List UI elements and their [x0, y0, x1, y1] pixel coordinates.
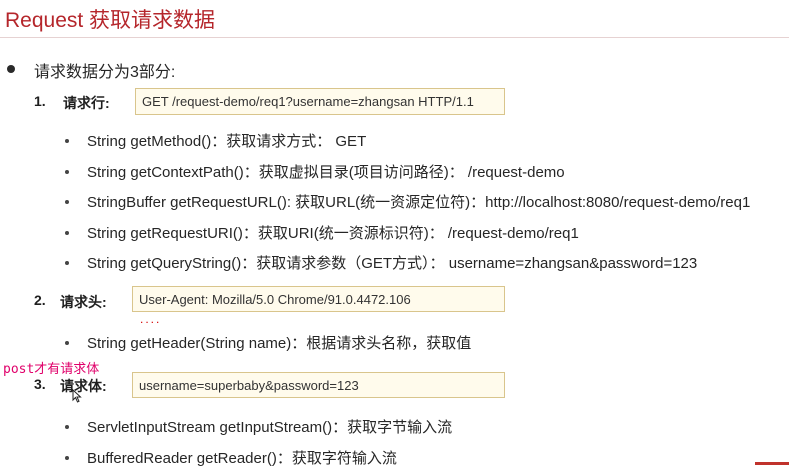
list-item: ServletInputStream getInputStream()：获取字节… — [87, 419, 453, 436]
request-body-example: username=superbaby&password=123 — [139, 377, 359, 393]
slide-title: Request 获取请求数据 — [5, 9, 216, 32]
section-label-request-line: 请求行: — [63, 95, 110, 111]
bullet-dot — [65, 231, 69, 235]
list-item: String getContextPath()：获取虚拟目录(项目访问路径)： … — [87, 164, 565, 181]
section-number-1: 1. — [34, 93, 46, 109]
bullet-dot — [7, 65, 15, 73]
list-item: String getQueryString()：获取请求参数（GET方式）： u… — [87, 255, 698, 272]
request-line-example: GET /request-demo/req1?username=zhangsan… — [142, 94, 474, 109]
list-item: StringBuffer getRequestURL(): 获取URL(统一资源… — [87, 194, 751, 211]
bullet-dot — [65, 261, 69, 265]
request-body-example-box: username=superbaby&password=123 — [132, 372, 505, 398]
title-divider — [0, 37, 789, 38]
request-header-example-box: User-Agent: Mozilla/5.0 Chrome/91.0.4472… — [132, 286, 505, 312]
request-line-example-box: GET /request-demo/req1?username=zhangsan… — [135, 88, 505, 115]
section-number-2: 2. — [34, 292, 46, 308]
list-item: String getMethod()：获取请求方式： GET — [87, 133, 367, 150]
bullet-dot — [65, 341, 69, 345]
bullet-dot — [65, 456, 69, 460]
bullet-dot — [65, 139, 69, 143]
request-header-example: User-Agent: Mozilla/5.0 Chrome/91.0.4472… — [139, 291, 411, 307]
list-item: String getRequestURI()：获取URI(统一资源标识符)： /… — [87, 225, 579, 242]
ellipsis-annotation: .... — [140, 312, 162, 326]
bullet-dot — [65, 425, 69, 429]
section-label-request-body: 请求体: — [60, 378, 107, 394]
section-number-3: 3. — [34, 376, 46, 392]
intro-text: 请求数据分为3部分: — [34, 64, 176, 81]
bullet-dot — [65, 170, 69, 174]
bullet-dot — [65, 200, 69, 204]
list-item: String getHeader(String name)：根据请求头名称，获取… — [87, 335, 472, 352]
handwritten-note: post才有请求体 — [3, 362, 100, 377]
mouse-pointer-icon — [72, 389, 82, 403]
section-label-request-header: 请求头: — [60, 294, 107, 310]
